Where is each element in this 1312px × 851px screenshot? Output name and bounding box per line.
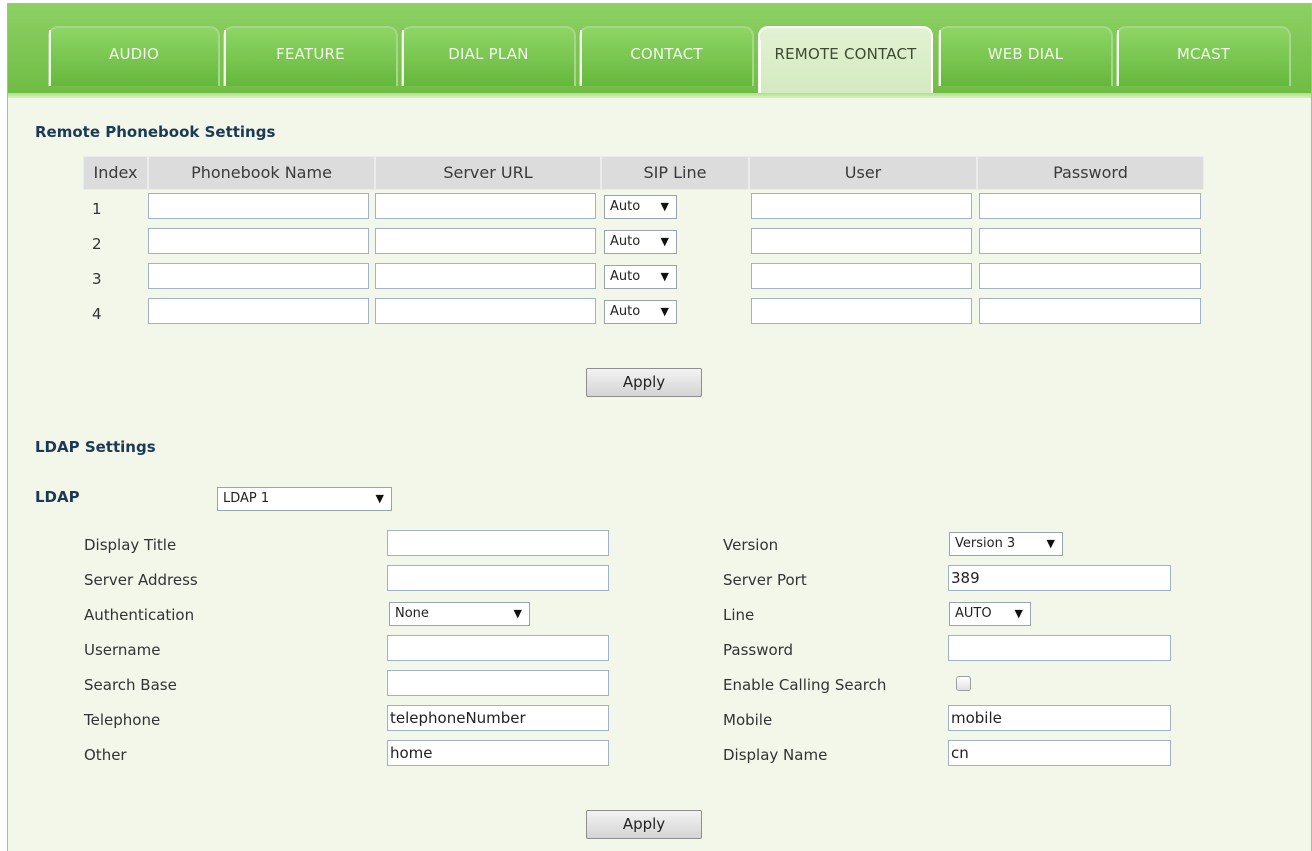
other-input[interactable] [387,740,609,766]
display-title-input[interactable] [387,530,609,556]
tab-contact[interactable]: CONTACT [579,26,754,86]
tab-remote-contact[interactable]: REMOTE CONTACT [758,26,933,96]
telephone-label: Telephone [84,711,161,729]
user-input[interactable] [751,193,972,219]
password-input[interactable] [979,263,1201,289]
enable-calling-search-label: Enable Calling Search [723,676,887,694]
sip-line-select[interactable]: Auto ▼ [604,195,677,219]
row-index: 2 [92,235,102,253]
version-select[interactable]: Version 3 ▼ [949,532,1063,556]
server-port-input[interactable] [948,565,1171,591]
telephone-input[interactable] [387,705,609,731]
chevron-down-icon: ▼ [513,607,522,620]
version-label: Version [723,536,779,554]
tab-dial-plan[interactable]: DIAL PLAN [401,26,576,86]
server-address-label: Server Address [84,571,198,589]
password-input[interactable] [979,193,1201,219]
row-index: 1 [92,200,102,218]
chevron-down-icon: ▼ [660,235,669,248]
server-url-input[interactable] [375,298,596,324]
authentication-select[interactable]: None ▼ [389,602,530,626]
password-input[interactable] [979,298,1201,324]
chevron-down-icon: ▼ [1014,607,1023,620]
phonebook-name-input[interactable] [148,228,369,254]
ldap-select[interactable]: LDAP 1 ▼ [217,487,392,511]
server-address-input[interactable] [387,565,609,591]
phonebook-name-input[interactable] [148,298,369,324]
mobile-input[interactable] [948,705,1171,731]
row-index: 3 [92,270,102,288]
authentication-label: Authentication [84,606,195,624]
ldap-settings-title: LDAP Settings [35,438,156,456]
page-frame: AUDIO FEATURE DIAL PLAN CONTACT REMOTE C… [7,3,1312,851]
other-label: Other [84,746,127,764]
line-label: Line [723,606,755,624]
server-url-input[interactable] [375,193,596,219]
sip-line-select[interactable]: Auto ▼ [604,265,677,289]
column-header-password: Password [977,156,1204,190]
line-value: AUTO [955,606,992,621]
search-base-label: Search Base [84,676,177,694]
line-select[interactable]: AUTO ▼ [949,602,1031,626]
tab-feature[interactable]: FEATURE [223,26,398,86]
search-base-input[interactable] [387,670,609,696]
username-input[interactable] [387,635,609,661]
user-input[interactable] [751,263,972,289]
authentication-value: None [395,606,429,621]
display-name-label: Display Name [723,746,828,764]
column-header-phonebook-name: Phonebook Name [148,156,375,190]
column-header-index: Index [83,156,148,190]
column-header-user: User [749,156,977,190]
ldap-select-value: LDAP 1 [223,491,270,506]
display-title-label: Display Title [84,536,177,554]
ldap-selector-label: LDAP [35,488,80,506]
server-url-input[interactable] [375,228,596,254]
chevron-down-icon: ▼ [1046,537,1055,550]
enable-calling-search-checkbox[interactable] [956,676,971,691]
column-header-sip-line: SIP Line [601,156,749,190]
tab-bar-divider [8,93,1311,98]
phonebook-name-input[interactable] [148,263,369,289]
server-url-input[interactable] [375,263,596,289]
tab-mcast[interactable]: MCAST [1116,26,1291,86]
sip-line-value: Auto [610,234,641,249]
version-value: Version 3 [955,536,1016,551]
sip-line-value: Auto [610,199,641,214]
ldap-apply-button[interactable]: Apply [586,810,702,839]
user-input[interactable] [751,228,972,254]
remote-phonebook-title: Remote Phonebook Settings [35,123,276,141]
server-port-label: Server Port [723,571,807,589]
column-header-server-url: Server URL [375,156,601,190]
sip-line-select[interactable]: Auto ▼ [604,230,677,254]
sip-line-value: Auto [610,269,641,284]
phonebook-name-input[interactable] [148,193,369,219]
display-name-input[interactable] [948,740,1171,766]
tab-web-dial[interactable]: WEB DIAL [938,26,1113,86]
user-input[interactable] [751,298,972,324]
mobile-label: Mobile [723,711,773,729]
chevron-down-icon: ▼ [660,270,669,283]
tab-audio[interactable]: AUDIO [48,26,220,86]
password-label: Password [723,641,794,659]
ldap-password-input[interactable] [948,635,1171,661]
row-index: 4 [92,305,102,323]
chevron-down-icon: ▼ [375,492,384,505]
chevron-down-icon: ▼ [660,200,669,213]
chevron-down-icon: ▼ [660,305,669,318]
sip-line-value: Auto [610,304,641,319]
phonebook-apply-button[interactable]: Apply [586,368,702,397]
password-input[interactable] [979,228,1201,254]
tab-bar: AUDIO FEATURE DIAL PLAN CONTACT REMOTE C… [8,4,1311,98]
sip-line-select[interactable]: Auto ▼ [604,300,677,324]
username-label: Username [84,641,161,659]
